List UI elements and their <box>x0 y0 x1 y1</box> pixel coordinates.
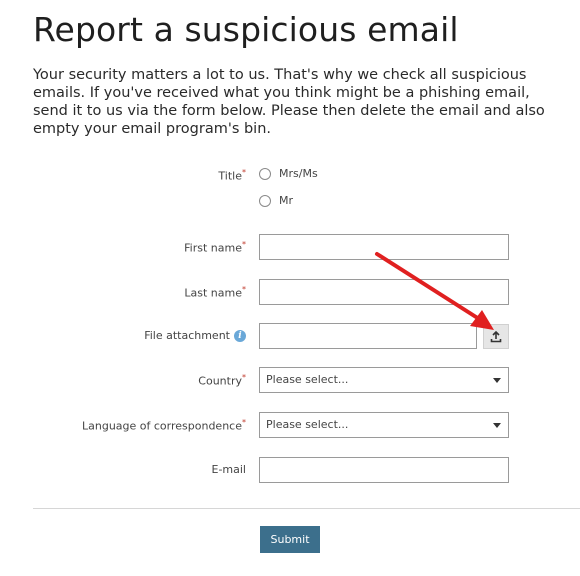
annotation-arrow <box>375 252 494 330</box>
arrow-head <box>470 310 494 330</box>
arrow-shaft <box>375 252 489 326</box>
